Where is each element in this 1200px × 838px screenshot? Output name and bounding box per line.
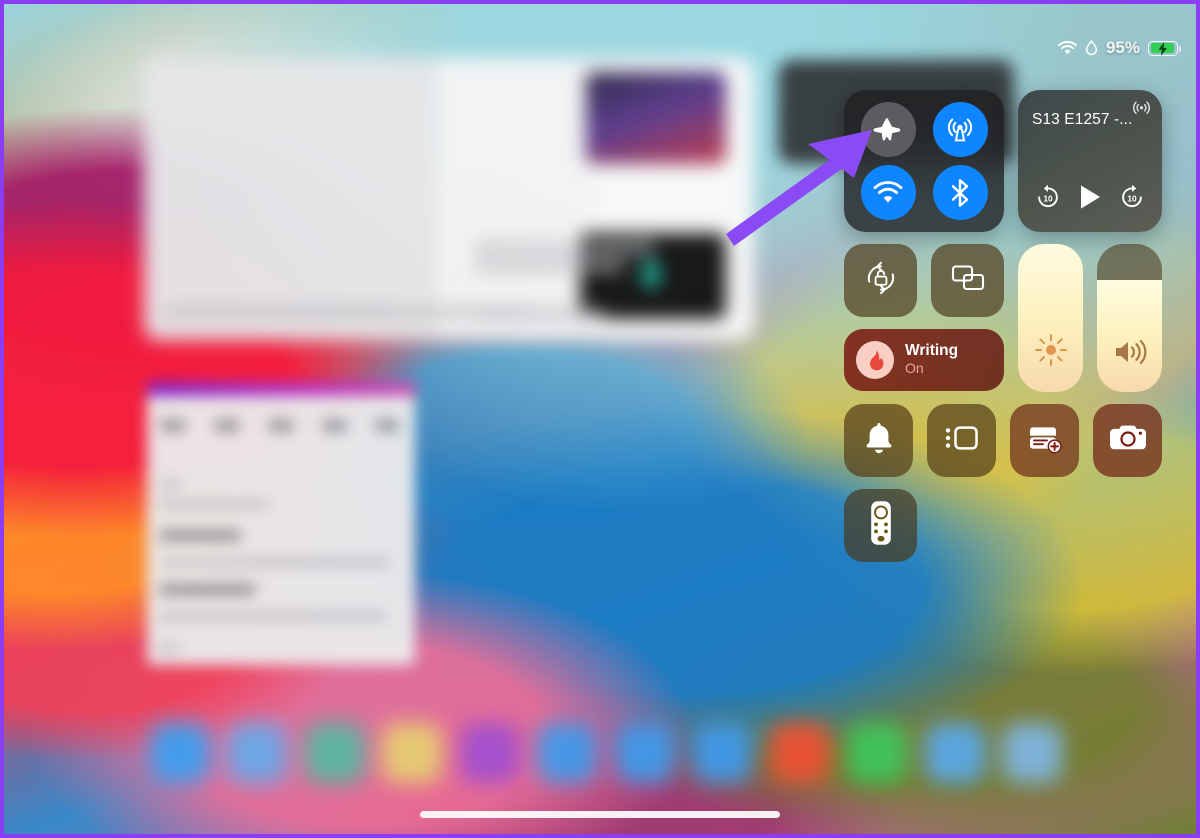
focus-mode-tile[interactable]: Writing On <box>844 329 1004 391</box>
rotation-lock-icon <box>862 259 900 302</box>
dock-app-1[interactable] <box>150 723 210 783</box>
home-indicator[interactable] <box>420 811 780 818</box>
device-frame: 95% S13 E1257 -... 10 10 Writing On <box>0 0 1200 838</box>
background-text-line <box>159 612 387 621</box>
skip-forward-10-button[interactable]: 10 <box>1118 183 1146 216</box>
flame-icon <box>856 341 894 379</box>
quick-tiles-row-1 <box>844 244 1004 317</box>
wifi-icon <box>873 180 903 205</box>
silent-mode-tile[interactable] <box>844 404 913 477</box>
bluetooth-icon <box>949 178 971 208</box>
stage-manager-tile[interactable] <box>927 404 996 477</box>
airplane-icon <box>873 115 903 145</box>
control-center-left-stack: Writing On <box>844 244 1004 392</box>
stage-manager-icon <box>944 423 980 458</box>
control-center-row-1: S13 E1257 -... 10 10 <box>844 90 1162 232</box>
battery-percentage: 95% <box>1105 38 1140 57</box>
background-window-browser[interactable] <box>144 58 754 340</box>
media-player-widget[interactable]: S13 E1257 -... 10 10 <box>1018 90 1162 232</box>
background-window-titlebar <box>147 382 415 396</box>
cellular-antenna-icon <box>945 115 975 145</box>
background-thumbnail <box>586 72 726 164</box>
svg-text:10: 10 <box>1128 193 1138 203</box>
dock-app-7[interactable] <box>614 723 675 783</box>
dock-app-5[interactable] <box>459 723 520 783</box>
background-window-document[interactable] <box>147 382 415 665</box>
dock-app-10[interactable] <box>847 723 908 783</box>
background-text-line <box>269 420 293 431</box>
brightness-slider[interactable] <box>1018 244 1083 392</box>
wifi-icon <box>1058 41 1077 55</box>
background-text-line <box>474 262 624 270</box>
dock-app-9[interactable] <box>769 723 830 783</box>
screen-mirroring-tile[interactable] <box>931 244 1004 317</box>
background-text-line <box>474 310 604 318</box>
background-text-line <box>159 558 389 567</box>
background-text-line <box>159 584 255 595</box>
bluetooth-toggle[interactable] <box>932 165 988 220</box>
play-button[interactable] <box>1077 183 1103 216</box>
background-text-line <box>375 420 399 431</box>
new-note-icon <box>1027 422 1063 459</box>
dock-app-8[interactable] <box>692 723 753 783</box>
dock-app-12[interactable] <box>1001 723 1062 783</box>
media-controls[interactable]: 10 10 <box>1018 183 1162 216</box>
volume-slider[interactable] <box>1097 244 1162 392</box>
water-drop-icon <box>1085 40 1098 56</box>
rotation-lock-tile[interactable] <box>844 244 917 317</box>
background-text-line <box>159 530 241 541</box>
dock-app-3[interactable] <box>304 723 365 783</box>
dock-app-4[interactable] <box>382 723 443 783</box>
control-center-row-3 <box>844 404 1162 477</box>
control-center-row-2: Writing On <box>844 244 1162 392</box>
airplane-mode-toggle[interactable] <box>860 102 916 157</box>
focus-mode-state: On <box>905 360 924 376</box>
cellular-data-toggle[interactable] <box>932 102 988 157</box>
airplay-audio-icon[interactable] <box>1132 99 1151 123</box>
background-text-line <box>159 644 179 653</box>
focus-mode-name: Writing <box>905 342 959 360</box>
control-center[interactable]: S13 E1257 -... 10 10 Writing On <box>844 90 1162 562</box>
svg-text:10: 10 <box>1043 193 1053 203</box>
bell-icon <box>862 420 896 461</box>
camera-tile[interactable] <box>1093 404 1162 477</box>
dock-app-6[interactable] <box>537 723 598 783</box>
volume-fill <box>1097 279 1162 392</box>
control-center-row-4 <box>844 489 1162 562</box>
skip-back-10-button[interactable]: 10 <box>1034 183 1062 216</box>
speaker-waves-icon <box>1112 337 1148 372</box>
media-title: S13 E1257 -... <box>1032 111 1133 128</box>
status-bar: 95% <box>1058 38 1182 58</box>
focus-mode-text: Writing On <box>905 342 958 378</box>
background-text-line <box>161 420 185 431</box>
screen-mirroring-icon <box>949 262 987 299</box>
wifi-toggle[interactable] <box>860 165 916 220</box>
background-text-line <box>323 420 347 431</box>
camera-icon <box>1109 423 1147 458</box>
new-note-tile[interactable] <box>1010 404 1079 477</box>
sun-icon <box>1034 333 1068 372</box>
background-text-line <box>159 480 181 489</box>
background-text-line <box>159 500 269 509</box>
dock-app-2[interactable] <box>227 723 288 783</box>
remote-icon <box>870 500 892 551</box>
apple-tv-remote-tile[interactable] <box>844 489 917 562</box>
dock-app-11[interactable] <box>924 723 985 783</box>
background-text-line <box>474 244 654 252</box>
background-text-line <box>215 420 239 431</box>
dock[interactable] <box>136 714 1076 792</box>
connectivity-module[interactable] <box>844 90 1004 232</box>
battery-charging-icon <box>1148 40 1182 56</box>
